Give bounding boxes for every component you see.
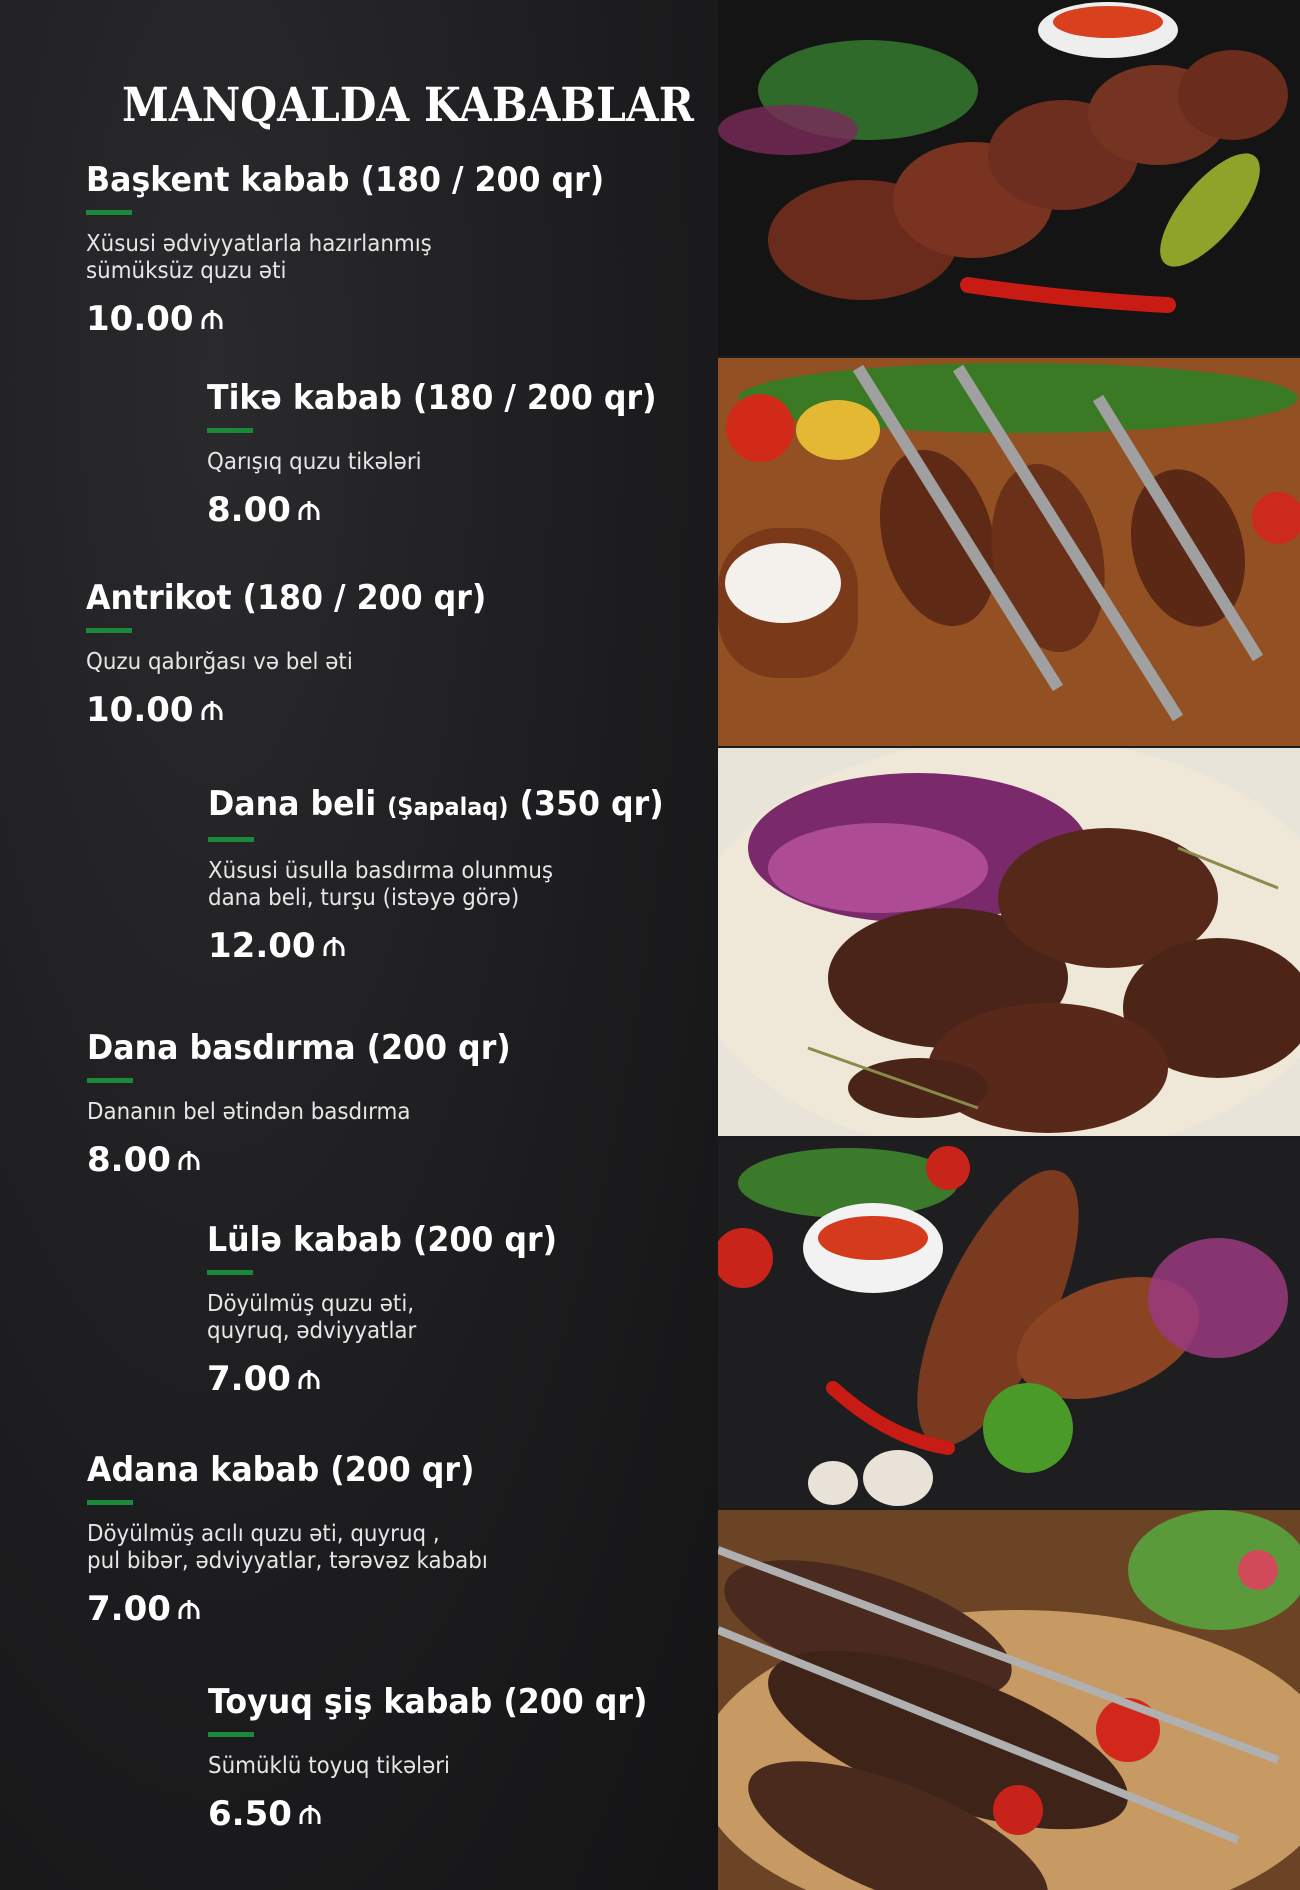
item-description: Dananın bel ətindən basdırma — [87, 1099, 411, 1125]
manat-icon — [178, 1151, 200, 1170]
item-price: 7.00 — [87, 1589, 171, 1629]
photo-dana-beli — [718, 748, 1300, 1136]
photo-adana-toyuq-kabab — [718, 1510, 1300, 1890]
item-name-note: (Şapalaq) — [387, 793, 509, 821]
item-name: Dana beli (Şapalaq) (350 qr) — [208, 784, 664, 827]
item-accent-bar — [208, 1732, 254, 1737]
item-description: Xüsusi üsulla basdırma olunmuş dana beli… — [208, 858, 554, 911]
item-price: 6.50 — [208, 1794, 292, 1834]
menu-item-lule-kabab: Lülə kabab (200 qr) Döyülmüş quzu əti, q… — [207, 1220, 583, 1399]
manat-icon — [298, 1370, 320, 1389]
menu-item-dana-beli: Dana beli (Şapalaq) (350 qr) Xüsusi üsul… — [208, 784, 698, 966]
item-accent-bar — [208, 837, 254, 842]
item-description: Döyülmüş quzu əti, quyruq, ədviyyatlar — [207, 1291, 417, 1344]
menu-item-antrikot: Antrikot (180 / 200 qr) Quzu qabırğası v… — [86, 578, 516, 730]
manat-icon — [201, 701, 223, 720]
photo-baskent-kabab — [718, 0, 1300, 356]
menu-item-dana-basdirma: Dana basdırma (200 qr) Dananın bel ətind… — [87, 1028, 543, 1180]
item-accent-bar — [207, 1270, 253, 1275]
item-price-row: 7.00 — [87, 1589, 518, 1629]
item-price-row: 10.00 — [86, 690, 516, 730]
item-description: Quzu qabırğası və bel əti — [86, 649, 353, 675]
item-price-row: 8.00 — [87, 1140, 543, 1180]
item-name-weight: (350 qr) — [508, 784, 664, 824]
manat-icon — [323, 937, 345, 956]
item-price: 10.00 — [86, 299, 194, 339]
menu-item-toyuq-sis-kabab: Toyuq şiş kabab (200 qr) Sümüklü toyuq t… — [208, 1682, 681, 1834]
manat-icon — [298, 501, 320, 520]
item-price-row: 12.00 — [208, 926, 698, 966]
item-price-row: 8.00 — [207, 490, 690, 530]
menu-item-baskent-kabab: Başkent kabab (180 / 200 qr) Xüsusi ədvi… — [86, 160, 643, 339]
photo-lule-kabab — [718, 1138, 1300, 1508]
item-name: Adana kabab (200 qr) — [87, 1450, 475, 1490]
menu-item-adana-kabab: Adana kabab (200 qr) Döyülmüş acılı quzu… — [87, 1450, 518, 1629]
item-price: 12.00 — [208, 926, 316, 966]
item-accent-bar — [86, 210, 132, 215]
manat-icon — [201, 310, 223, 329]
item-price: 10.00 — [86, 690, 194, 730]
item-description: Xüsusi ədviyyatlarla hazırlanmış sümüksü… — [86, 231, 432, 284]
item-name: Tikə kabab (180 / 200 qr) — [207, 378, 657, 418]
item-price-row: 6.50 — [208, 1794, 681, 1834]
item-name: Lülə kabab (200 qr) — [207, 1220, 558, 1260]
item-price: 7.00 — [207, 1359, 291, 1399]
item-price-row: 10.00 — [86, 299, 643, 339]
item-name: Dana basdırma (200 qr) — [87, 1028, 511, 1068]
item-accent-bar — [86, 628, 132, 633]
item-price: 8.00 — [207, 490, 291, 530]
item-accent-bar — [87, 1500, 133, 1505]
item-description: Döyülmüş acılı quzu əti, quyruq , pul bi… — [87, 1521, 488, 1574]
item-description: Sümüklü toyuq tikələri — [208, 1753, 451, 1779]
item-accent-bar — [87, 1078, 133, 1083]
photo-tike-kabab — [718, 358, 1300, 746]
item-description: Qarışıq quzu tikələri — [207, 449, 422, 475]
item-name-main: Dana beli — [208, 784, 388, 824]
menu-title: MANQALDA KABABLAR — [122, 78, 694, 133]
manat-icon — [178, 1600, 200, 1619]
item-name: Başkent kabab (180 / 200 qr) — [86, 160, 605, 200]
menu-item-tike-kabab: Tikə kabab (180 / 200 qr) Qarışıq quzu t… — [207, 378, 690, 530]
item-accent-bar — [207, 428, 253, 433]
item-price: 8.00 — [87, 1140, 171, 1180]
item-price-row: 7.00 — [207, 1359, 583, 1399]
item-name: Toyuq şiş kabab (200 qr) — [208, 1682, 648, 1722]
manat-icon — [299, 1805, 321, 1824]
item-name: Antrikot (180 / 200 qr) — [86, 578, 487, 618]
